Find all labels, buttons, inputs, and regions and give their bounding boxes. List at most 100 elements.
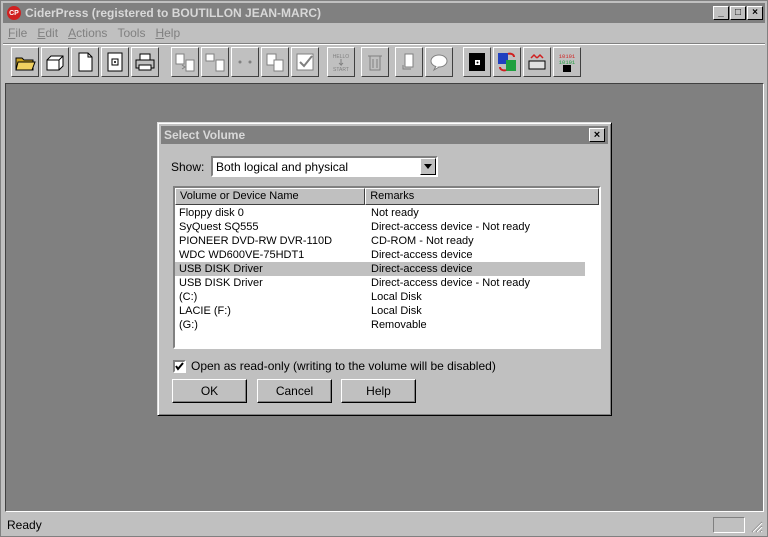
list-rows: Floppy disk 0 Not ready SyQuest SQ555 Dire… — [175, 206, 599, 332]
test-icon — [296, 53, 314, 71]
dialog-close-button[interactable]: × — [589, 128, 605, 142]
new-archive-icon — [78, 52, 93, 72]
volume-name: Floppy disk 0 — [179, 207, 244, 219]
list-row[interactable]: USB DISK Driver Direct-access device - No… — [175, 276, 599, 290]
convert-button[interactable] — [493, 47, 521, 77]
add-files-button[interactable] — [171, 47, 199, 77]
hello-start-button[interactable]: HELLO START — [327, 47, 355, 77]
menu-tools[interactable]: Tools — [112, 26, 150, 40]
readonly-label: Open as read-only (writing to the volume… — [191, 359, 496, 373]
binary-button[interactable]: 10101 10101 — [553, 47, 581, 77]
open-archive-icon — [15, 57, 36, 71]
show-dropdown-value: Both logical and physical — [216, 160, 349, 174]
status-text: Ready — [7, 518, 42, 532]
window-title: CiderPress (registered to BOUTILLON JEAN… — [25, 6, 322, 20]
column-header-name[interactable]: Volume or Device Name — [175, 188, 366, 205]
list-header: Volume or Device Name Remarks — [175, 188, 599, 205]
add-disk-icon — [205, 53, 225, 72]
ok-button[interactable]: OK — [172, 379, 247, 403]
volume-remarks: Direct-access device - Not ready — [371, 277, 530, 289]
disk-editor-button[interactable] — [463, 47, 491, 77]
open-disk-image-button[interactable] — [101, 47, 129, 77]
open-disk-image-icon — [107, 52, 123, 72]
svg-text:START: START — [333, 67, 349, 73]
volume-remarks: Direct-access device — [367, 262, 585, 276]
extract-button[interactable] — [261, 47, 289, 77]
volume-remarks: Removable — [371, 319, 427, 331]
delete-icon — [368, 55, 382, 71]
show-label: Show: — [171, 160, 205, 174]
list-row-selected[interactable]: USB DISK Driver Direct-access device — [175, 262, 599, 276]
list-row[interactable]: (C:) Local Disk — [175, 290, 599, 304]
cancel-button[interactable]: Cancel — [257, 379, 332, 403]
hello-start-icon: HELLOSTART — [333, 54, 350, 73]
view-button[interactable] — [231, 47, 259, 77]
print-icon — [135, 53, 155, 71]
delete-button[interactable] — [361, 47, 389, 77]
disk-editor-icon — [469, 53, 485, 71]
list-row[interactable]: (G:) Removable — [175, 318, 599, 332]
column-header-remarks[interactable]: Remarks — [365, 188, 599, 205]
print-button[interactable] — [131, 47, 159, 77]
list-row[interactable]: SyQuest SQ555 Direct-access device - Not … — [175, 220, 599, 234]
comment-button[interactable] — [425, 47, 453, 77]
maximize-button[interactable]: □ — [730, 6, 746, 20]
list-row[interactable]: LACIE (F:) Local Disk — [175, 304, 599, 318]
view-icon — [238, 60, 252, 64]
title-bar[interactable]: CP CiderPress (registered to BOUTILLON J… — [3, 3, 765, 23]
dialog-title: Select Volume — [164, 128, 246, 142]
open-archive-button[interactable] — [11, 47, 39, 77]
app-icon[interactable]: CP — [7, 6, 21, 20]
volume-remarks: CD-ROM - Not ready — [371, 235, 474, 247]
menu-help[interactable]: Help — [150, 26, 185, 40]
list-row[interactable]: PIONEER DVD-RW DVR-110D CD-ROM - Not read… — [175, 234, 599, 248]
show-dropdown[interactable]: Both logical and physical — [211, 156, 438, 177]
volume-name: LACIE (F:) — [179, 305, 231, 317]
close-button[interactable]: × — [747, 6, 763, 20]
volume-list[interactable]: Volume or Device Name Remarks Floppy dis… — [173, 186, 601, 349]
rename-icon — [402, 53, 414, 70]
resize-grip-icon[interactable] — [749, 519, 763, 533]
readonly-checkbox[interactable] — [173, 359, 186, 373]
minimize-button[interactable]: _ — [713, 6, 729, 20]
close-icon: × — [593, 128, 601, 141]
convert-icon — [498, 52, 516, 72]
menu-edit[interactable]: Edit — [32, 26, 63, 40]
open-volume-button[interactable] — [41, 47, 69, 77]
status-panel — [713, 517, 745, 533]
readonly-option[interactable]: Open as read-only (writing to the volume… — [173, 359, 496, 373]
help-button[interactable]: Help — [341, 379, 416, 403]
volume-name: (G:) — [179, 319, 198, 331]
add-disk-button[interactable] — [201, 47, 229, 77]
menu-bar: File Edit Actions Tools Help — [3, 23, 185, 43]
volume-remarks: Local Disk — [371, 305, 422, 317]
volume-remarks: Direct-access device - Not ready — [371, 221, 530, 233]
status-bar: Ready — [3, 515, 765, 535]
volume-remarks: Direct-access device — [371, 249, 473, 261]
binary-icon: 1010110101 — [559, 53, 576, 72]
chevron-down-icon — [424, 164, 432, 169]
volume-copier-button[interactable] — [523, 47, 551, 77]
dropdown-button[interactable] — [420, 158, 436, 175]
dialog-title-bar[interactable]: Select Volume × — [161, 126, 608, 144]
toolbar-separator — [3, 43, 765, 45]
volume-remarks: Not ready — [371, 207, 419, 219]
new-archive-button[interactable] — [71, 47, 99, 77]
volume-name: PIONEER DVD-RW DVR-110D — [179, 235, 333, 247]
test-button[interactable] — [291, 47, 319, 77]
menu-file[interactable]: File — [3, 26, 32, 40]
volume-name: (C:) — [179, 291, 198, 303]
list-row[interactable]: Floppy disk 0 Not ready — [175, 206, 599, 220]
volume-name: USB DISK Driver — [179, 277, 263, 289]
select-volume-dialog: Select Volume × Show: Both logical and p… — [157, 122, 612, 416]
extract-icon — [266, 53, 284, 72]
ciderpress-window: CP CiderPress (registered to BOUTILLON J… — [0, 0, 768, 537]
list-row[interactable]: WDC WD600VE-75HDT1 Direct-access device — [175, 248, 599, 262]
volume-name: USB DISK Driver — [175, 262, 367, 276]
svg-text:10101: 10101 — [559, 59, 576, 66]
volume-name: WDC WD600VE-75HDT1 — [179, 249, 305, 261]
volume-remarks: Local Disk — [371, 291, 422, 303]
menu-actions[interactable]: Actions — [63, 26, 112, 40]
rename-button[interactable] — [395, 47, 423, 77]
add-files-icon — [175, 53, 195, 72]
